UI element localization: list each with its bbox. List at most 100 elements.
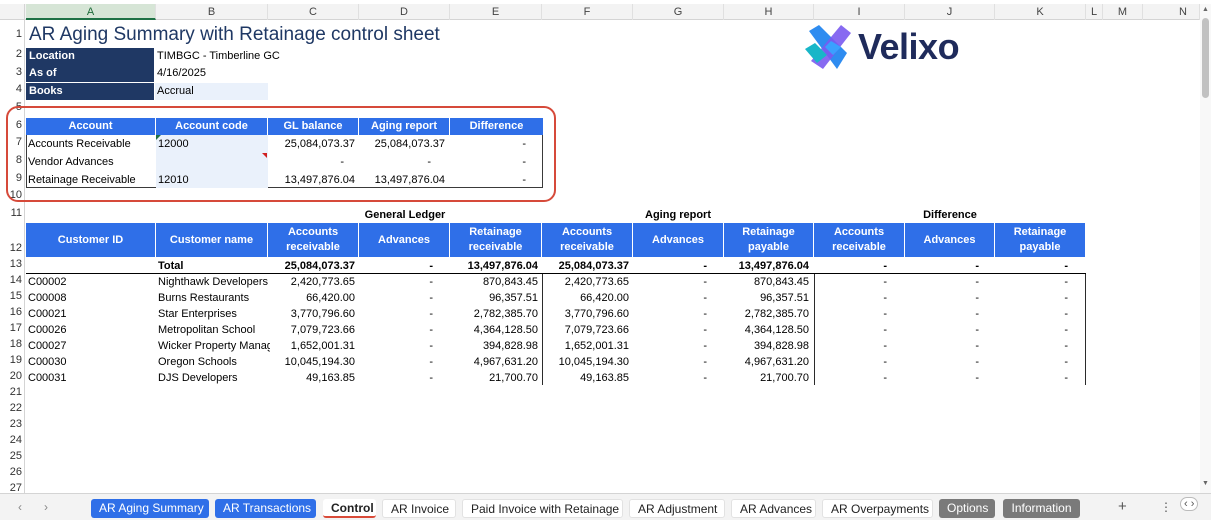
- tab-prev-icon[interactable]: ‹: [18, 500, 22, 514]
- row-number[interactable]: 26: [0, 466, 22, 478]
- customer-name[interactable]: Nighthawk Developers: [158, 274, 270, 290]
- column-c[interactable]: C: [268, 4, 359, 20]
- row-number[interactable]: 17: [0, 322, 22, 334]
- total-cell[interactable]: -: [633, 258, 707, 274]
- cell[interactable]: -: [633, 290, 707, 306]
- location-value[interactable]: TIMBGC - Timberline GC: [157, 48, 280, 65]
- cell[interactable]: 3,770,796.60: [542, 306, 629, 322]
- cell[interactable]: 4,364,128.50: [450, 322, 538, 338]
- scroll-up-icon[interactable]: ▲: [1202, 6, 1209, 13]
- row-number[interactable]: 3: [0, 66, 22, 78]
- cell[interactable]: 4,967,631.20: [724, 354, 809, 370]
- cell[interactable]: -: [905, 370, 979, 386]
- cell[interactable]: 870,843.45: [724, 274, 809, 290]
- column-h[interactable]: H: [724, 4, 814, 20]
- cell[interactable]: 2,420,773.65: [268, 274, 355, 290]
- scrollbar-thumb[interactable]: [1202, 18, 1209, 98]
- cell[interactable]: -: [633, 370, 707, 386]
- cell[interactable]: 49,163.85: [542, 370, 629, 386]
- cell[interactable]: -: [995, 370, 1068, 386]
- total-cell[interactable]: -: [359, 258, 433, 274]
- row-number[interactable]: 15: [0, 290, 22, 302]
- split-scroll-icon[interactable]: ‹ ›: [1180, 497, 1199, 511]
- cell[interactable]: -: [633, 322, 707, 338]
- control-account[interactable]: Vendor Advances: [28, 153, 114, 171]
- customer-name[interactable]: Burns Restaurants: [158, 290, 270, 306]
- books-value[interactable]: Accrual: [155, 83, 268, 100]
- cell[interactable]: -: [995, 306, 1068, 322]
- column-n[interactable]: N: [1143, 4, 1200, 20]
- column-m[interactable]: M: [1103, 4, 1143, 20]
- row-number[interactable]: 13: [0, 258, 22, 270]
- vertical-scrollbar[interactable]: ▲ ▼: [1200, 4, 1211, 493]
- control-diff[interactable]: -: [450, 153, 526, 171]
- tab-paid-invoice-retainage[interactable]: Paid Invoice with Retainage: [462, 499, 623, 518]
- control-code[interactable]: 12010: [158, 171, 189, 189]
- cell[interactable]: 49,163.85: [268, 370, 355, 386]
- total-cell[interactable]: 13,497,876.04: [450, 258, 538, 274]
- column-e[interactable]: E: [450, 4, 542, 20]
- tab-control[interactable]: Control: [323, 499, 376, 518]
- row-number[interactable]: 16: [0, 306, 22, 318]
- cell[interactable]: 2,782,385.70: [450, 306, 538, 322]
- cell[interactable]: -: [905, 306, 979, 322]
- row-number[interactable]: 14: [0, 274, 22, 286]
- tab-information[interactable]: Information: [1003, 499, 1080, 518]
- control-gl[interactable]: 13,497,876.04: [268, 171, 355, 189]
- control-diff[interactable]: -: [450, 171, 526, 189]
- customer-id[interactable]: C00002: [28, 274, 67, 290]
- cell[interactable]: -: [995, 290, 1068, 306]
- customer-id[interactable]: C00030: [28, 354, 67, 370]
- tab-ar-transactions[interactable]: AR Transactions: [215, 499, 316, 518]
- row-number[interactable]: 1: [0, 28, 22, 40]
- cell[interactable]: -: [995, 322, 1068, 338]
- control-aging[interactable]: -: [359, 153, 431, 171]
- total-cell[interactable]: 13,497,876.04: [724, 258, 809, 274]
- control-aging[interactable]: 25,084,073.37: [359, 135, 445, 153]
- tab-options[interactable]: Options: [939, 499, 995, 518]
- row-number[interactable]: 11: [0, 207, 22, 219]
- cell[interactable]: -: [995, 354, 1068, 370]
- column-k[interactable]: K: [995, 4, 1086, 20]
- customer-id[interactable]: C00021: [28, 306, 67, 322]
- cell[interactable]: 96,357.51: [724, 290, 809, 306]
- total-cell[interactable]: 25,084,073.37: [542, 258, 629, 274]
- row-number[interactable]: 12: [0, 242, 22, 254]
- cell[interactable]: 1,652,001.31: [542, 338, 629, 354]
- customer-name[interactable]: Star Enterprises: [158, 306, 270, 322]
- row-number[interactable]: 22: [0, 402, 22, 414]
- cell[interactable]: -: [359, 370, 433, 386]
- cell[interactable]: 10,045,194.30: [268, 354, 355, 370]
- total-cell[interactable]: -: [905, 258, 979, 274]
- row-number[interactable]: 19: [0, 354, 22, 366]
- control-gl[interactable]: 25,084,073.37: [268, 135, 355, 153]
- cell[interactable]: -: [359, 306, 433, 322]
- cell[interactable]: -: [905, 322, 979, 338]
- row-number[interactable]: 18: [0, 338, 22, 350]
- customer-id[interactable]: C00027: [28, 338, 67, 354]
- total-cell[interactable]: 25,084,073.37: [268, 258, 355, 274]
- cell[interactable]: -: [359, 354, 433, 370]
- cell[interactable]: -: [814, 354, 887, 370]
- column-b[interactable]: B: [156, 4, 268, 20]
- cell[interactable]: -: [905, 354, 979, 370]
- more-options-icon[interactable]: ⋮: [1160, 500, 1172, 514]
- customer-id[interactable]: C00026: [28, 322, 67, 338]
- cell[interactable]: 66,420.00: [268, 290, 355, 306]
- cell[interactable]: 1,652,001.31: [268, 338, 355, 354]
- total-cell[interactable]: -: [814, 258, 887, 274]
- row-number[interactable]: 4: [0, 83, 22, 95]
- customer-name[interactable]: Metropolitan School: [158, 322, 270, 338]
- row-number[interactable]: 23: [0, 418, 22, 430]
- cell[interactable]: 7,079,723.66: [542, 322, 629, 338]
- cell[interactable]: -: [633, 306, 707, 322]
- cell[interactable]: 66,420.00: [542, 290, 629, 306]
- tab-ar-invoice[interactable]: AR Invoice: [382, 499, 456, 518]
- cell[interactable]: -: [814, 338, 887, 354]
- column-f[interactable]: F: [542, 4, 633, 20]
- control-gl[interactable]: -: [268, 153, 344, 171]
- cell[interactable]: -: [814, 290, 887, 306]
- column-j[interactable]: J: [905, 4, 995, 20]
- cell[interactable]: -: [905, 290, 979, 306]
- cell[interactable]: 394,828.98: [450, 338, 538, 354]
